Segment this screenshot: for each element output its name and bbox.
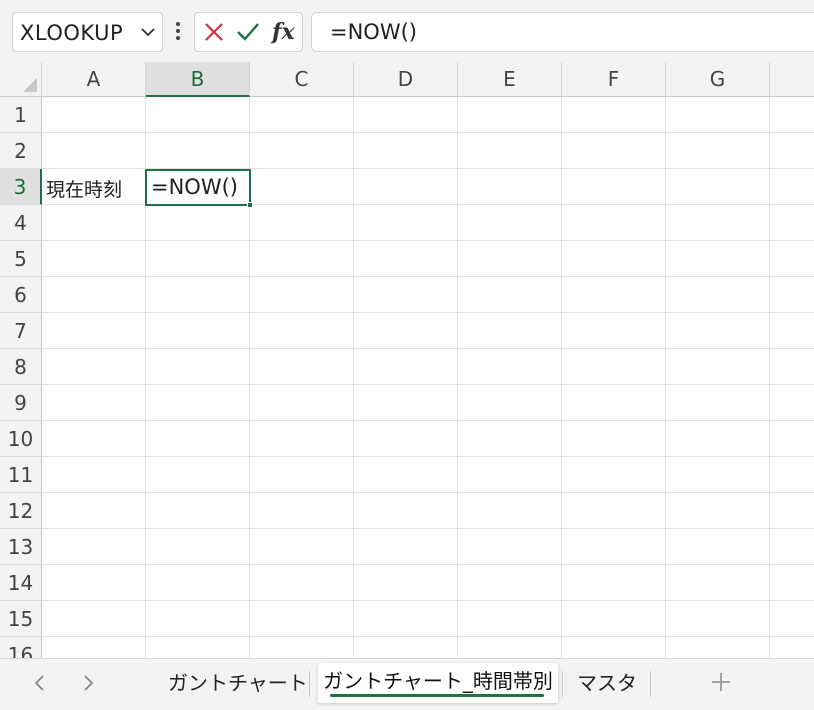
- column-header-f[interactable]: F: [562, 62, 666, 97]
- gridline-col: [769, 97, 770, 658]
- tab-separator: [309, 671, 310, 697]
- sheet-tab-gantt-hourly[interactable]: ガントチャート_時間帯別: [318, 663, 558, 703]
- tab-separator: [650, 671, 651, 697]
- column-header-e[interactable]: E: [458, 62, 562, 97]
- formula-text: =NOW(): [330, 20, 417, 44]
- row-header-3[interactable]: 3: [0, 169, 42, 205]
- x-icon[interactable]: [203, 21, 225, 43]
- row-header-13[interactable]: 13: [0, 529, 42, 565]
- name-box[interactable]: XLOOKUP: [12, 12, 163, 52]
- gridline-row: [42, 384, 814, 385]
- cell-b3-text: =NOW(): [151, 175, 238, 199]
- row-header-11[interactable]: 11: [0, 457, 42, 493]
- spreadsheet-grid[interactable]: A B C D E F G 1 2 3 4 5 6 7 8 9 10 11 12…: [0, 62, 814, 658]
- fx-icon[interactable]: fx: [272, 18, 298, 46]
- column-header-d[interactable]: D: [354, 62, 458, 97]
- sheet-tab-gantt-hourly-label: ガントチャート_時間帯別: [323, 669, 553, 693]
- formula-input[interactable]: =NOW(): [311, 12, 814, 52]
- formula-bar: XLOOKUP fx =NOW(): [0, 0, 814, 62]
- sheet-tab-master[interactable]: マスタ: [570, 663, 644, 703]
- formula-tools: fx: [194, 12, 303, 52]
- cell-a3[interactable]: 現在時刻: [46, 175, 122, 202]
- active-tab-indicator: [330, 694, 544, 697]
- row-header-15[interactable]: 15: [0, 601, 42, 637]
- gridline-row: [42, 492, 814, 493]
- column-header-g[interactable]: G: [666, 62, 770, 97]
- row-header-7[interactable]: 7: [0, 313, 42, 349]
- row-header-16[interactable]: 16: [0, 637, 42, 658]
- gridline-row: [42, 456, 814, 457]
- sheet-tab-bar: ガントチャート ガントチャート_時間帯別 マスタ: [0, 658, 814, 710]
- gridline-row: [42, 132, 814, 133]
- gridline-row: [42, 240, 814, 241]
- gridline-col: [353, 97, 354, 658]
- column-header-b[interactable]: B: [146, 62, 250, 97]
- gridline-row: [42, 564, 814, 565]
- name-box-value: XLOOKUP: [20, 21, 124, 45]
- row-header-9[interactable]: 9: [0, 385, 42, 421]
- chevron-left-icon[interactable]: [30, 672, 50, 694]
- gridline-row: [42, 312, 814, 313]
- vertical-ellipsis-icon[interactable]: [172, 20, 184, 44]
- row-header-4[interactable]: 4: [0, 205, 42, 241]
- chevron-down-icon[interactable]: [140, 24, 156, 40]
- row-header-2[interactable]: 2: [0, 133, 42, 169]
- column-header-a[interactable]: A: [42, 62, 146, 97]
- chevron-right-icon[interactable]: [78, 672, 98, 694]
- row-header-6[interactable]: 6: [0, 277, 42, 313]
- active-cell-b3[interactable]: =NOW(): [145, 169, 253, 208]
- gridline-row: [42, 276, 814, 277]
- gridline-row: [42, 636, 814, 637]
- row-header-5[interactable]: 5: [0, 241, 42, 277]
- gridline-col: [561, 97, 562, 658]
- tab-separator: [562, 671, 563, 697]
- plus-icon[interactable]: [708, 669, 734, 695]
- column-header-h-partial[interactable]: [770, 62, 814, 97]
- gridline-row: [42, 528, 814, 529]
- row-header-8[interactable]: 8: [0, 349, 42, 385]
- row-header-1[interactable]: 1: [0, 97, 42, 133]
- gridline-row: [42, 600, 814, 601]
- gridline-col: [665, 97, 666, 658]
- gridline-col: [457, 97, 458, 658]
- select-all-triangle-icon: [23, 78, 37, 92]
- row-header-10[interactable]: 10: [0, 421, 42, 457]
- select-all-button[interactable]: [0, 62, 42, 97]
- gridline-row: [42, 348, 814, 349]
- row-header-12[interactable]: 12: [0, 493, 42, 529]
- sheet-tab-gantt[interactable]: ガントチャート: [168, 663, 308, 703]
- checkmark-icon[interactable]: [237, 21, 259, 43]
- fill-handle[interactable]: [247, 202, 253, 208]
- row-header-14[interactable]: 14: [0, 565, 42, 601]
- column-header-c[interactable]: C: [250, 62, 354, 97]
- gridline-row: [42, 420, 814, 421]
